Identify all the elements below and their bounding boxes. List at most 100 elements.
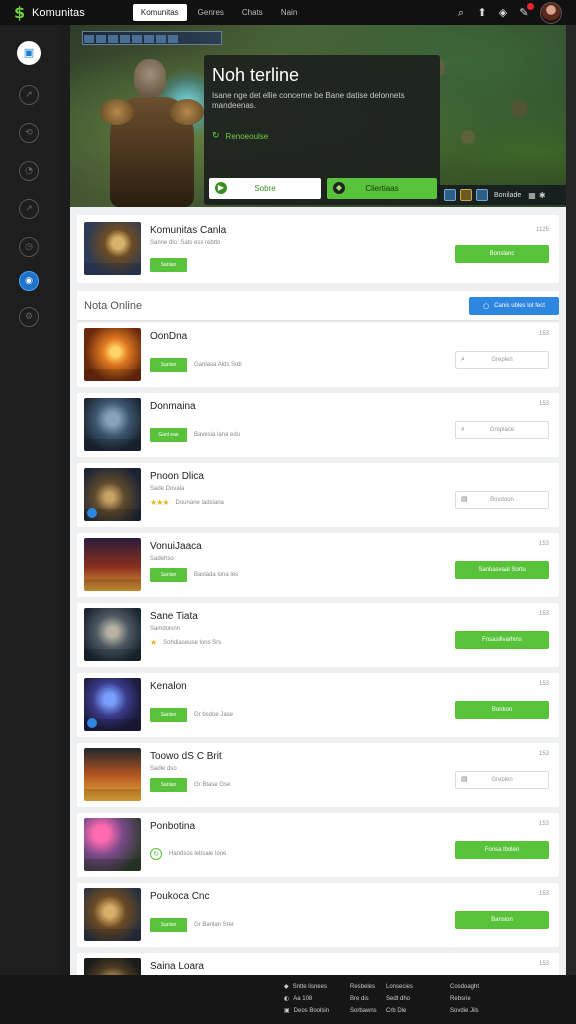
game-action-button[interactable]: ▤ Bovdoon — [455, 491, 549, 509]
game-title: Toowo dS C Brit — [150, 751, 222, 762]
footer-link[interactable]: Sedt dho — [386, 993, 413, 1005]
game-meta-text: Dounane ladslana — [175, 499, 224, 506]
footer-link[interactable]: Crb Dle — [386, 1005, 413, 1017]
hero-primary-label: Sobre — [254, 184, 276, 193]
footer-link[interactable]: ▣ Deos Boolsin — [284, 1005, 329, 1017]
notification-icon[interactable]: ✎ — [516, 2, 534, 21]
game-tag: Sanlan — [150, 358, 187, 372]
game-action-button[interactable]: Fonsa lbolen — [455, 841, 549, 859]
game-action-button[interactable]: Fnsasillvarhins — [455, 631, 549, 649]
game-meta-text: Bavesia lana edu — [194, 432, 241, 438]
game-meta: Ganl eae Bavesia lana edu — [150, 428, 240, 442]
hud-slot-icon[interactable] — [476, 189, 488, 201]
game-action-button[interactable]: ⌕ Greplace — [455, 421, 549, 439]
rating-stars: ★ — [150, 638, 157, 647]
game-action-label: Bovdoon — [490, 497, 514, 503]
gamepad-icon[interactable]: ◈ — [495, 5, 511, 21]
game-row[interactable]: VonuiJaaca Sadehso Sanlan Baslada lona les 1… — [77, 533, 559, 597]
game-meta-text: Gr bsdoe Jase — [194, 712, 234, 718]
hero-banner: Noh terline Isane nge det ellie concerne… — [70, 25, 566, 207]
game-title: OonDna — [150, 331, 188, 342]
footer-link[interactable]: Bre dis — [350, 993, 377, 1005]
footer-link[interactable]: Lonsecies — [386, 981, 413, 993]
hero-secondary-button[interactable]: ◆ Cliertiaas — [327, 178, 437, 199]
tab-komunitas[interactable]: Komunitas — [132, 4, 187, 21]
hero-primary-button[interactable]: ▶ Sobre — [209, 178, 321, 199]
hero-hud-toolbar: Bonilade ▦ ✱ — [438, 185, 566, 205]
game-action-button[interactable]: Sanbasvaal Sortu — [455, 561, 549, 579]
game-row[interactable]: Donmaina Ganl eae Bavesia lana edu 153 ⌕ Grep… — [77, 393, 559, 457]
hud-slot-icon[interactable] — [460, 189, 472, 201]
section-action-button[interactable]: ○ Canis ubles lot fect — [469, 297, 559, 315]
rail-trend-icon[interactable]: ↗ — [19, 85, 39, 105]
rail-chat-icon[interactable]: ◔ — [19, 161, 39, 181]
game-tag: Sanlan — [150, 918, 187, 932]
hero-panel: Noh terline Isane nge det ellie concerne… — [204, 55, 440, 205]
game-thumbnail — [84, 748, 141, 801]
game-meta: Sanlan Gr Btase Gse — [150, 778, 230, 792]
rail-clock-icon[interactable]: ◷ — [19, 237, 39, 257]
hero-title: Noh terline — [212, 65, 300, 85]
rail-settings-icon[interactable]: ⚙ — [19, 307, 39, 327]
footer-link[interactable]: Sovdie Jils — [450, 1005, 479, 1017]
tab-chats[interactable]: Chats — [235, 4, 270, 21]
featured-count: 1125 — [536, 227, 549, 233]
game-count: 153 — [538, 681, 549, 687]
grid-icon[interactable]: ▦ — [528, 191, 536, 200]
game-action-button[interactable]: ⌕ Greplen — [455, 351, 549, 369]
rail-explore-icon[interactable]: ↗ — [19, 199, 39, 219]
tab-genres[interactable]: Genres — [191, 4, 231, 21]
settings-icon[interactable]: ✱ — [539, 191, 546, 200]
footer-link[interactable]: ◐ Aa 108 — [284, 993, 329, 1005]
footer-link[interactable]: Resbeles — [350, 981, 377, 993]
circle-icon: ○ — [483, 302, 490, 310]
game-action-button[interactable]: Bonkon — [455, 701, 549, 719]
footer-link[interactable]: Sorbawns — [350, 1005, 377, 1017]
notification-badge — [527, 2, 534, 10]
avatar[interactable] — [540, 1, 562, 24]
game-action-button[interactable]: Bansion — [455, 911, 549, 929]
game-row[interactable]: Ponbotina ↻ Handsos lebsale lone 153 Fonsa l… — [77, 813, 559, 877]
game-row[interactable]: Toowo dS C Brit Sadle dso Sanlan Gr Btase G… — [77, 743, 559, 807]
game-title: Donmaina — [150, 401, 196, 412]
game-meta: ★ Sohdiaseuse lons Srs — [150, 638, 221, 647]
game-thumbnail — [84, 608, 141, 661]
document-icon: ▤ — [461, 495, 468, 503]
scrollbar[interactable] — [566, 25, 576, 975]
game-tag: Sanlan — [150, 708, 187, 722]
upload-icon[interactable]: ⬆ — [474, 5, 490, 21]
game-row[interactable]: Saina Loara 153 — [77, 953, 559, 975]
footer-link[interactable]: Cosdoaght — [450, 981, 479, 993]
game-thumbnail — [84, 888, 141, 941]
rail-history-icon[interactable]: ⟲ — [19, 123, 39, 143]
hero-meta-text: Renoeoulse — [225, 131, 269, 141]
footer-link[interactable]: ◆ Sntte lisnees — [284, 981, 329, 993]
game-meta-text: Baslada lona les — [194, 572, 239, 578]
game-tag: Sanlan — [150, 778, 187, 792]
featured-button[interactable]: Bonslanc — [455, 245, 549, 263]
tab-nain[interactable]: Nain — [274, 4, 304, 21]
logo-icon: $ — [14, 2, 26, 22]
featured-card[interactable]: Komunitas Canla Sanne dlo: Sats esx rebt… — [77, 215, 559, 283]
game-icon: ◆ — [333, 182, 345, 194]
footer-col-2: Resbeles Bre dis Sorbawns — [350, 981, 377, 1017]
game-row[interactable]: Pnoon Dlica Sade Dovala ★★★ Dounane ladslan… — [77, 463, 559, 527]
rail-community-icon[interactable]: ◉ — [19, 271, 39, 291]
search-icon[interactable]: ⌕ — [453, 5, 469, 21]
refresh-icon: ↻ — [212, 131, 220, 141]
game-action-button[interactable]: ▤ Greplen — [455, 771, 549, 789]
rail-home-icon[interactable]: ▣ — [17, 41, 41, 65]
logo[interactable]: $ Komunitas — [14, 2, 85, 22]
game-thumbnail — [84, 678, 141, 731]
game-title: Sane Tiata — [150, 611, 198, 622]
game-row[interactable]: Kenalon Sanlan Gr bsdoe Jase 153 Bonkon — [77, 673, 559, 737]
game-subtitle: Sade Dovala — [150, 486, 185, 492]
hud-slot-icon[interactable] — [444, 189, 456, 201]
game-title: Poukoca Cnc — [150, 891, 210, 902]
game-row[interactable]: Poukoca Cnc Sanlan Gr Banlan Srer 153 Bansio… — [77, 883, 559, 947]
game-row[interactable]: Sane Tiata Samdolsnn ★ Sohdiaseuse lons Srs… — [77, 603, 559, 667]
section-title: Nota Online — [84, 300, 143, 312]
game-row[interactable]: OonDna Sanlan Ganlasa Alds Sob 153 ⌕ Greplen — [77, 323, 559, 387]
game-meta: ↻ Handsos lebsale lone — [150, 848, 226, 860]
footer-link[interactable]: Rebsrie — [450, 993, 479, 1005]
